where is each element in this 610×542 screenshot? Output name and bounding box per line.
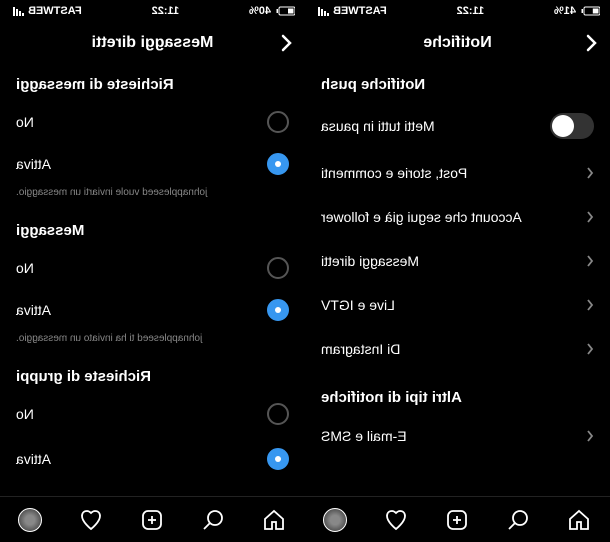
nav-add[interactable] bbox=[438, 500, 478, 540]
chevron-right-icon bbox=[586, 166, 594, 180]
nav-add[interactable] bbox=[133, 500, 173, 540]
avatar-icon bbox=[324, 508, 348, 532]
nav-profile[interactable] bbox=[11, 500, 51, 540]
row-from-instagram[interactable]: Di Instagram bbox=[305, 327, 610, 371]
content-area: Notifiche push Metti tutti in pausa Post… bbox=[305, 64, 610, 496]
radio-row-no[interactable]: No bbox=[0, 247, 305, 289]
nav-search[interactable] bbox=[499, 500, 539, 540]
row-label: Di Instagram bbox=[321, 341, 400, 357]
chevron-right-icon bbox=[586, 254, 594, 268]
radio-label: No bbox=[16, 260, 34, 276]
messages-screen: 40% 11:22 FASTWEB Messaggi diretti Richi… bbox=[0, 0, 305, 542]
radio-checked[interactable] bbox=[267, 153, 289, 175]
nav-search[interactable] bbox=[194, 500, 234, 540]
nav-home[interactable] bbox=[255, 500, 295, 540]
row-direct-messages[interactable]: Messaggi diretti bbox=[305, 239, 610, 283]
row-label: Messaggi diretti bbox=[321, 253, 419, 269]
nav-home[interactable] bbox=[560, 500, 600, 540]
bottom-nav bbox=[305, 496, 610, 542]
chevron-right-icon bbox=[586, 429, 594, 443]
back-button[interactable] bbox=[281, 34, 293, 52]
toggle-knob bbox=[552, 115, 574, 137]
radio-label: Attiva bbox=[16, 302, 51, 318]
battery-percent: 41% bbox=[554, 5, 576, 17]
radio-label: Attiva bbox=[16, 451, 51, 467]
row-label: Live e IGTV bbox=[321, 297, 395, 313]
nav-profile[interactable] bbox=[316, 500, 356, 540]
section-other: Altri tipi di notifiche bbox=[305, 371, 610, 414]
section-push: Notifiche push bbox=[305, 64, 610, 101]
chevron-right-icon bbox=[586, 210, 594, 224]
notifications-screen: 41% 11:22 FASTWEB Notifiche Notifiche pu… bbox=[305, 0, 610, 542]
signal-icon bbox=[315, 6, 329, 16]
back-button[interactable] bbox=[586, 34, 598, 52]
chevron-right-icon bbox=[586, 342, 594, 356]
section-richieste: Richieste di messaggi bbox=[0, 64, 305, 101]
radio-row-attiva[interactable]: Attiva bbox=[0, 435, 305, 475]
row-live-igtv[interactable]: Live e IGTV bbox=[305, 283, 610, 327]
carrier-name: FASTWEB bbox=[28, 5, 82, 17]
status-time: 11:22 bbox=[457, 5, 485, 17]
radio-checked[interactable] bbox=[267, 299, 289, 321]
chevron-right-icon bbox=[586, 298, 594, 312]
radio-row-attiva[interactable]: Attiva bbox=[0, 289, 305, 331]
row-label: E-mail e SMS bbox=[321, 428, 407, 444]
radio-unchecked[interactable] bbox=[267, 257, 289, 279]
row-label: Account che segui già e follower bbox=[321, 209, 522, 225]
page-title: Messaggi diretti bbox=[0, 34, 305, 52]
screen-header: Notifiche bbox=[305, 22, 610, 64]
status-time: 11:22 bbox=[152, 5, 180, 17]
status-bar: 41% 11:22 FASTWEB bbox=[305, 0, 610, 22]
hint-text: johnappleseed vuole inviarti un messaggi… bbox=[0, 185, 305, 210]
nav-activity[interactable] bbox=[72, 500, 112, 540]
radio-row-attiva[interactable]: Attiva bbox=[0, 143, 305, 185]
row-label: Metti tutti in pausa bbox=[321, 118, 435, 134]
status-bar: 40% 11:22 FASTWEB bbox=[0, 0, 305, 22]
radio-unchecked[interactable] bbox=[267, 111, 289, 133]
radio-label: Attiva bbox=[16, 156, 51, 172]
avatar-icon bbox=[19, 508, 43, 532]
toggle-switch[interactable] bbox=[550, 113, 594, 139]
carrier-name: FASTWEB bbox=[333, 5, 387, 17]
battery-percent: 40% bbox=[249, 5, 271, 17]
nav-activity[interactable] bbox=[377, 500, 417, 540]
section-messaggi: Messaggi bbox=[0, 210, 305, 247]
section-gruppi: Richieste di gruppi bbox=[0, 356, 305, 393]
row-label: Post, storie e commenti bbox=[321, 165, 467, 181]
radio-label: No bbox=[16, 406, 34, 422]
row-posts[interactable]: Post, storie e commenti bbox=[305, 151, 610, 195]
radio-row-no[interactable]: No bbox=[0, 393, 305, 435]
radio-checked[interactable] bbox=[267, 448, 289, 470]
page-title: Notifiche bbox=[305, 34, 610, 52]
radio-row-no[interactable]: No bbox=[0, 101, 305, 143]
radio-unchecked[interactable] bbox=[267, 403, 289, 425]
content-area: Richieste di messaggi No Attiva johnappl… bbox=[0, 64, 305, 496]
hint-text: johnappleseed ti ha inviato un messaggio… bbox=[0, 331, 305, 356]
row-email-sms[interactable]: E-mail e SMS bbox=[305, 414, 610, 458]
row-accounts[interactable]: Account che segui già e follower bbox=[305, 195, 610, 239]
row-pause-all[interactable]: Metti tutti in pausa bbox=[305, 101, 610, 151]
battery-icon bbox=[580, 6, 600, 16]
signal-icon bbox=[10, 6, 24, 16]
battery-icon bbox=[275, 6, 295, 16]
bottom-nav bbox=[0, 496, 305, 542]
radio-label: No bbox=[16, 114, 34, 130]
screen-header: Messaggi diretti bbox=[0, 22, 305, 64]
